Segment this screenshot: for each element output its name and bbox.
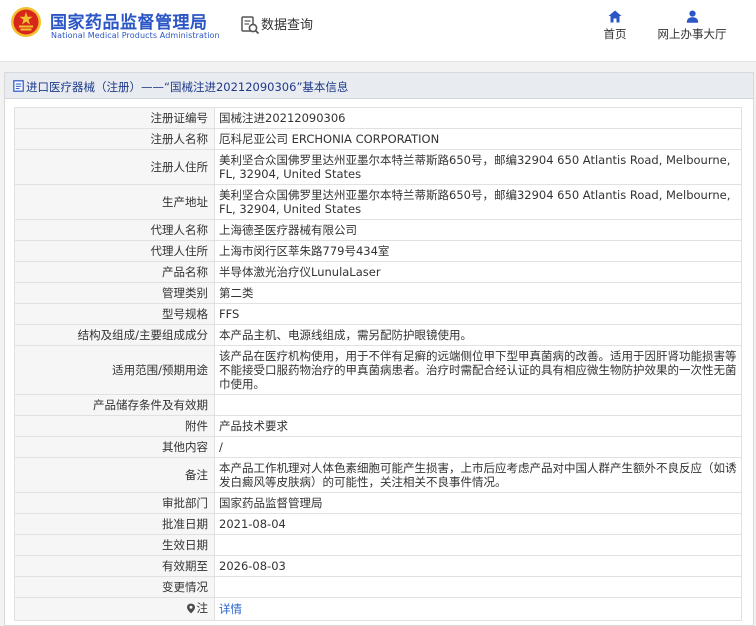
info-row: 注册人住所 美利坚合众国佛罗里达州亚墨尔本特兰蒂斯路650号，邮编32904 65… — [14, 149, 742, 185]
nav-home-label: 首页 — [603, 27, 627, 41]
info-value: 国械注进20212090306 — [214, 107, 742, 129]
org-name-en: National Medical Products Administration — [51, 31, 220, 40]
info-value: / — [214, 436, 742, 458]
info-label: 注册人住所 — [14, 149, 215, 185]
info-label: 生产地址 — [14, 184, 215, 220]
info-label: 其他内容 — [14, 436, 215, 458]
info-row: 适用范围/预期用途 该产品在医疗机构使用，用于不伴有足癣的远端侧位甲下型甲真菌病的… — [14, 345, 742, 395]
info-label: 生效日期 — [14, 534, 215, 556]
info-label: 附件 — [14, 415, 215, 437]
info-row: 管理类别 第二类 — [14, 282, 742, 304]
info-label: 产品名称 — [14, 261, 215, 283]
note-label: 注 — [196, 601, 209, 615]
info-value: 美利坚合众国佛罗里达州亚墨尔本特兰蒂斯路650号，邮编32904 650 Atl… — [214, 184, 742, 220]
info-row: 生效日期 — [14, 534, 742, 556]
info-row: 生产地址 美利坚合众国佛罗里达州亚墨尔本特兰蒂斯路650号，邮编32904 650… — [14, 184, 742, 220]
info-label: 结构及组成/主要组成成分 — [14, 324, 215, 346]
info-label: 适用范围/预期用途 — [14, 345, 215, 395]
info-value: 产品技术要求 — [214, 415, 742, 437]
info-value: 美利坚合众国佛罗里达州亚墨尔本特兰蒂斯路650号，邮编32904 650 Atl… — [214, 149, 742, 185]
info-row: 代理人住所 上海市闵行区莘朱路779号434室 — [14, 240, 742, 262]
info-label: 注册证编号 — [14, 107, 215, 129]
info-label: 代理人名称 — [14, 219, 215, 241]
nav-online-service-hall[interactable]: 网上办事大厅 — [650, 10, 734, 42]
info-value — [214, 576, 742, 598]
info-value: 本产品工作机理对人体色素细胞可能产生损害，上市后应考虑产品对中国人群产生额外不良… — [214, 457, 742, 493]
info-row: 批准日期 2021-08-04 — [14, 513, 742, 535]
info-value — [214, 534, 742, 556]
info-row: 产品名称 半导体激光治疗仪LunulaLaser — [14, 261, 742, 283]
info-row: 变更情况 — [14, 576, 742, 598]
info-row: 有效期至 2026-08-03 — [14, 555, 742, 577]
info-value: 上海德圣医疗器械有限公司 — [214, 219, 742, 241]
home-icon — [608, 10, 622, 23]
info-value: 该产品在医疗机构使用，用于不伴有足癣的远端侧位甲下型甲真菌病的改善。适用于因肝肾… — [214, 345, 742, 395]
info-label: 代理人住所 — [14, 240, 215, 262]
breadcrumb-text: 进口医疗器械（注册）——“国械注进20212090306”基本信息 — [26, 80, 349, 94]
info-value: 半导体激光治疗仪LunulaLaser — [214, 261, 742, 283]
info-row: 注册证编号 国械注进20212090306 — [14, 107, 742, 129]
info-label: 有效期至 — [14, 555, 215, 577]
device-info-table: 注册证编号 国械注进20212090306 注册人名称 厄科尼亚公司 ERCHONIA… — [14, 107, 742, 621]
note-label-cell: 注 — [14, 597, 215, 621]
site-header: 国家药品监督管理局 National Medical Products Admi… — [0, 0, 756, 62]
info-row: 结构及组成/主要组成成分 本产品主机、电源线组成，需另配防护眼镜使用。 — [14, 324, 742, 346]
info-label: 产品储存条件及有效期 — [14, 394, 215, 416]
user-icon — [686, 10, 698, 23]
info-row: 注册人名称 厄科尼亚公司 ERCHONIA CORPORATION — [14, 128, 742, 150]
info-row: 产品储存条件及有效期 — [14, 394, 742, 416]
info-label: 注册人名称 — [14, 128, 215, 150]
nav-home[interactable]: 首页 — [598, 10, 632, 42]
document-icon — [13, 80, 24, 92]
nav-online-service-hall-label: 网上办事大厅 — [657, 27, 727, 41]
note-row: 注详情 — [14, 597, 742, 621]
info-value: 2021-08-04 — [214, 513, 742, 535]
info-value: 厄科尼亚公司 ERCHONIA CORPORATION — [214, 128, 742, 150]
info-row: 审批部门 国家药品监督管理局 — [14, 492, 742, 514]
info-value: FFS — [214, 303, 742, 325]
info-label: 变更情况 — [14, 576, 215, 598]
info-row: 备注 本产品工作机理对人体色素细胞可能产生损害，上市后应考虑产品对中国人群产生额外… — [14, 457, 742, 493]
details-link[interactable]: 详情 — [219, 602, 242, 616]
info-value: 上海市闵行区莘朱路779号434室 — [214, 240, 742, 262]
breadcrumb: 进口医疗器械（注册）——“国械注进20212090306”基本信息 — [5, 73, 753, 99]
info-row: 型号规格 FFS — [14, 303, 742, 325]
data-search-label[interactable]: 数据查询 — [261, 14, 313, 33]
detail-panel: 进口医疗器械（注册）——“国械注进20212090306”基本信息 注册证编号国… — [4, 72, 754, 626]
info-value: 国家药品监督管理局 — [214, 492, 742, 514]
info-label: 管理类别 — [14, 282, 215, 304]
map-pin-icon — [186, 603, 195, 613]
info-row: 其他内容 / — [14, 436, 742, 458]
note-value-cell: 详情 — [214, 597, 742, 621]
info-row: 代理人名称 上海德圣医疗器械有限公司 — [14, 219, 742, 241]
info-value: 本产品主机、电源线组成，需另配防护眼镜使用。 — [214, 324, 742, 346]
info-value: 第二类 — [214, 282, 742, 304]
info-label: 审批部门 — [14, 492, 215, 514]
national-emblem-icon — [11, 7, 41, 37]
info-label: 备注 — [14, 457, 215, 493]
data-search-icon[interactable] — [240, 15, 260, 35]
org-name: 国家药品监督管理局 — [50, 13, 208, 33]
info-value — [214, 394, 742, 416]
info-row: 附件 产品技术要求 — [14, 415, 742, 437]
info-value: 2026-08-03 — [214, 555, 742, 577]
info-label: 批准日期 — [14, 513, 215, 535]
info-label: 型号规格 — [14, 303, 215, 325]
